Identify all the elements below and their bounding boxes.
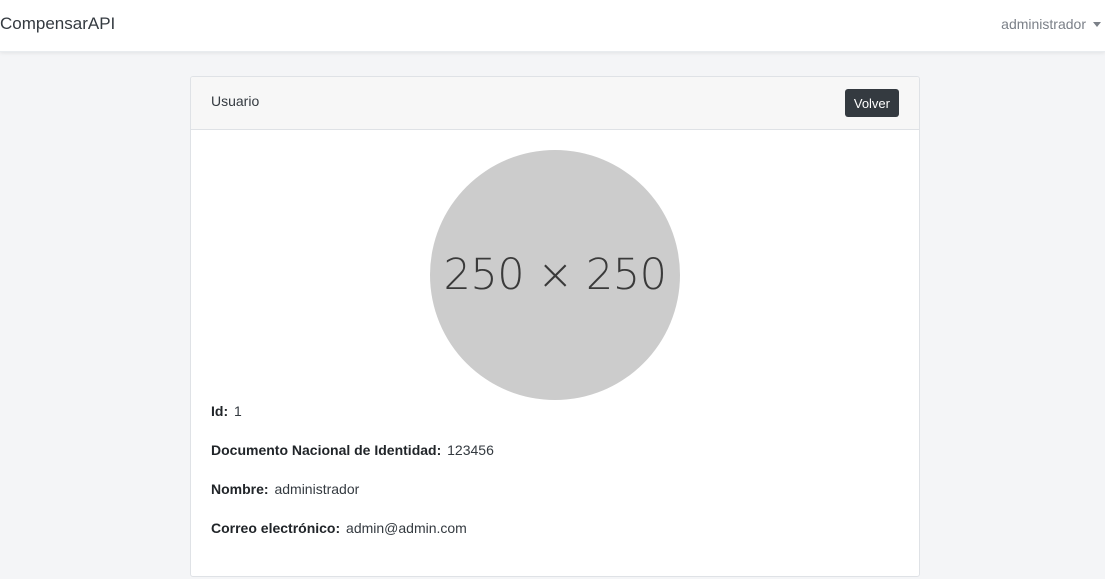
field-document: Documento Nacional de Identidad: 123456 bbox=[211, 442, 494, 458]
field-id: Id: 1 bbox=[211, 403, 242, 419]
field-email: Correo electrónico: admin@admin.com bbox=[211, 520, 467, 536]
top-navbar: CompensarAPI administrador bbox=[0, 0, 1105, 52]
card-title: Usuario bbox=[211, 93, 260, 109]
field-value: administrador bbox=[274, 481, 360, 497]
brand-link[interactable]: CompensarAPI bbox=[0, 14, 115, 34]
field-label: Documento Nacional de Identidad: bbox=[211, 442, 442, 458]
field-value: admin@admin.com bbox=[346, 520, 467, 536]
back-button[interactable]: Volver bbox=[844, 89, 899, 117]
user-detail-card: Usuario Volver 250 × 250 Id: 1 Documento… bbox=[190, 76, 920, 577]
field-label: Correo electrónico: bbox=[211, 520, 341, 536]
avatar-placeholder-text: 250 × 250 bbox=[443, 250, 667, 300]
card-header: Usuario Volver bbox=[191, 77, 919, 130]
avatar: 250 × 250 bbox=[430, 150, 680, 400]
user-menu-label: administrador bbox=[1001, 16, 1086, 32]
field-name: Nombre: administrador bbox=[211, 481, 359, 497]
user-dropdown-toggle[interactable]: administrador bbox=[1001, 16, 1101, 32]
field-value: 123456 bbox=[447, 442, 494, 458]
field-label: Nombre: bbox=[211, 481, 269, 497]
field-value: 1 bbox=[234, 403, 242, 419]
chevron-down-icon bbox=[1093, 21, 1101, 27]
field-label: Id: bbox=[211, 403, 229, 419]
